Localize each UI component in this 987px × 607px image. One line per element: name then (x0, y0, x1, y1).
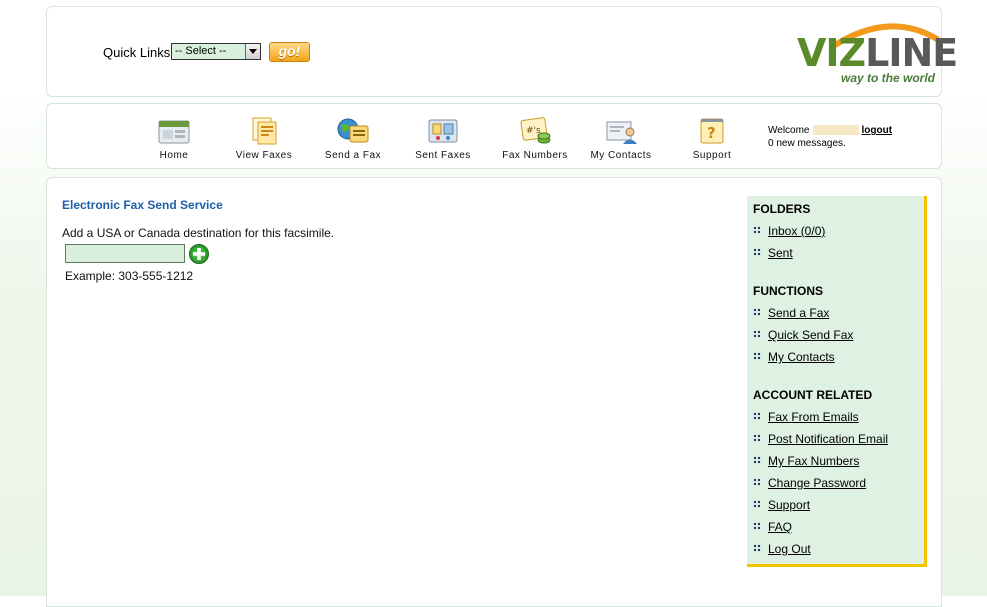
folders-heading: FOLDERS (753, 202, 811, 216)
logo-wordmark: VIZLINE (797, 31, 958, 75)
go-button[interactable]: go! (269, 42, 310, 62)
bullet-icon (753, 330, 761, 338)
fax-numbers-icon: #'s (520, 117, 551, 144)
sidebar-link-my-fax-numbers-text[interactable]: My Fax Numbers (768, 454, 859, 468)
destination-instruction: Add a USA or Canada destination for this… (62, 226, 335, 240)
sidebar-link-send-fax[interactable]: Send a Fax (753, 306, 829, 320)
page-title: Electronic Fax Send Service (62, 198, 223, 212)
nav-fax-numbers-label: Fax Numbers (502, 150, 568, 161)
logo-viz: VIZ (797, 31, 866, 75)
quick-links-select[interactable]: -- Select -- (171, 43, 261, 60)
bullet-icon (753, 352, 761, 360)
nav-view-faxes-label: View Faxes (235, 150, 293, 161)
welcome-block: Welcome logout 0 new messages. (768, 124, 892, 150)
sidebar-link-quick-send-fax-text[interactable]: Quick Send Fax (768, 328, 853, 342)
fax-number-input[interactable] (65, 244, 185, 263)
bullet-icon (753, 478, 761, 486)
sidebar-link-quick-send-fax[interactable]: Quick Send Fax (753, 328, 853, 342)
new-messages-count: 0 new messages. (768, 138, 846, 149)
support-icon: ? (700, 118, 724, 144)
nav-sent-faxes-label: Sent Faxes (415, 150, 471, 161)
sidebar-link-inbox[interactable]: Inbox (0/0) (753, 224, 825, 238)
nav-home[interactable]: Home (134, 116, 214, 161)
nav-send-fax[interactable]: Send a Fax (313, 116, 393, 161)
sidebar-link-my-contacts-text[interactable]: My Contacts (768, 350, 835, 364)
content-panel: Electronic Fax Send Service Add a USA or… (46, 177, 942, 607)
logo-line: LINE (865, 31, 958, 75)
sidebar-link-faq-text[interactable]: FAQ (768, 520, 792, 534)
sidebar-link-sent[interactable]: Sent (753, 246, 793, 260)
bullet-icon (753, 308, 761, 316)
sidebar-link-inbox-text[interactable]: Inbox (0/0) (768, 224, 825, 238)
bullet-icon (753, 412, 761, 420)
quick-links-selected: -- Select -- (175, 45, 227, 57)
quick-links-label: Quick Links: (103, 45, 174, 60)
sidebar: FOLDERS Inbox (0/0) Sent FUNCTIONS Send … (747, 196, 927, 567)
header-panel: Quick Links: -- Select -- go! VIZLINE wa… (46, 6, 958, 97)
nav-support-label: Support (692, 150, 732, 161)
sidebar-link-post-notification-email-text[interactable]: Post Notification Email (768, 432, 888, 446)
sidebar-link-fax-from-emails[interactable]: Fax From Emails (753, 410, 859, 424)
nav-send-fax-label: Send a Fax (324, 150, 382, 161)
vizline-logo[interactable]: VIZLINE way to the world (795, 17, 958, 89)
nav-panel: Home View Faxes Send a Fax Sent Faxes #'… (46, 103, 942, 169)
bullet-icon (753, 434, 761, 442)
sidebar-link-faq[interactable]: FAQ (753, 520, 792, 534)
sidebar-link-my-contacts[interactable]: My Contacts (753, 350, 835, 364)
sidebar-link-change-password-text[interactable]: Change Password (768, 476, 866, 490)
add-destination-icon[interactable] (189, 244, 209, 264)
nav-sent-faxes[interactable]: Sent Faxes (403, 116, 483, 161)
username-redacted (812, 125, 859, 136)
nav-fax-numbers[interactable]: #'s Fax Numbers (495, 116, 575, 161)
chevron-down-icon[interactable] (245, 44, 260, 59)
bullet-icon (753, 522, 761, 530)
nav-home-label: Home (159, 150, 189, 161)
svg-text:?: ? (707, 124, 716, 142)
sidebar-link-sent-text[interactable]: Sent (768, 246, 793, 260)
my-contacts-icon (606, 121, 637, 144)
sidebar-link-log-out[interactable]: Log Out (753, 542, 811, 556)
sidebar-link-change-password[interactable]: Change Password (753, 476, 866, 490)
bullet-icon (753, 226, 761, 234)
nav-my-contacts-label: My Contacts (590, 150, 652, 161)
sidebar-link-support-text[interactable]: Support (768, 498, 810, 512)
nav-my-contacts[interactable]: My Contacts (581, 116, 661, 161)
sidebar-link-fax-from-emails-text[interactable]: Fax From Emails (768, 410, 859, 424)
example-hint: Example: 303-555-1212 (65, 269, 194, 283)
bullet-icon (753, 500, 761, 508)
account-related-heading: ACCOUNT RELATED (753, 388, 873, 402)
sidebar-link-my-fax-numbers[interactable]: My Fax Numbers (753, 454, 859, 468)
sidebar-link-support[interactable]: Support (753, 498, 810, 512)
sidebar-link-send-fax-text[interactable]: Send a Fax (768, 306, 829, 320)
nav-support[interactable]: ? Support (672, 116, 752, 161)
welcome-text: Welcome (768, 125, 810, 136)
functions-heading: FUNCTIONS (753, 284, 823, 298)
sent-faxes-icon (428, 119, 458, 143)
send-fax-icon (337, 118, 369, 143)
bullet-icon (753, 456, 761, 464)
view-faxes-icon (252, 117, 277, 145)
logout-link[interactable]: logout (862, 125, 893, 136)
nav-view-faxes[interactable]: View Faxes (224, 116, 304, 161)
logo-tagline: way to the world (841, 71, 936, 85)
bullet-icon (753, 248, 761, 256)
sidebar-link-post-notification-email[interactable]: Post Notification Email (753, 432, 888, 446)
home-icon (158, 120, 190, 144)
sidebar-link-log-out-text[interactable]: Log Out (768, 542, 811, 556)
bullet-icon (753, 544, 761, 552)
